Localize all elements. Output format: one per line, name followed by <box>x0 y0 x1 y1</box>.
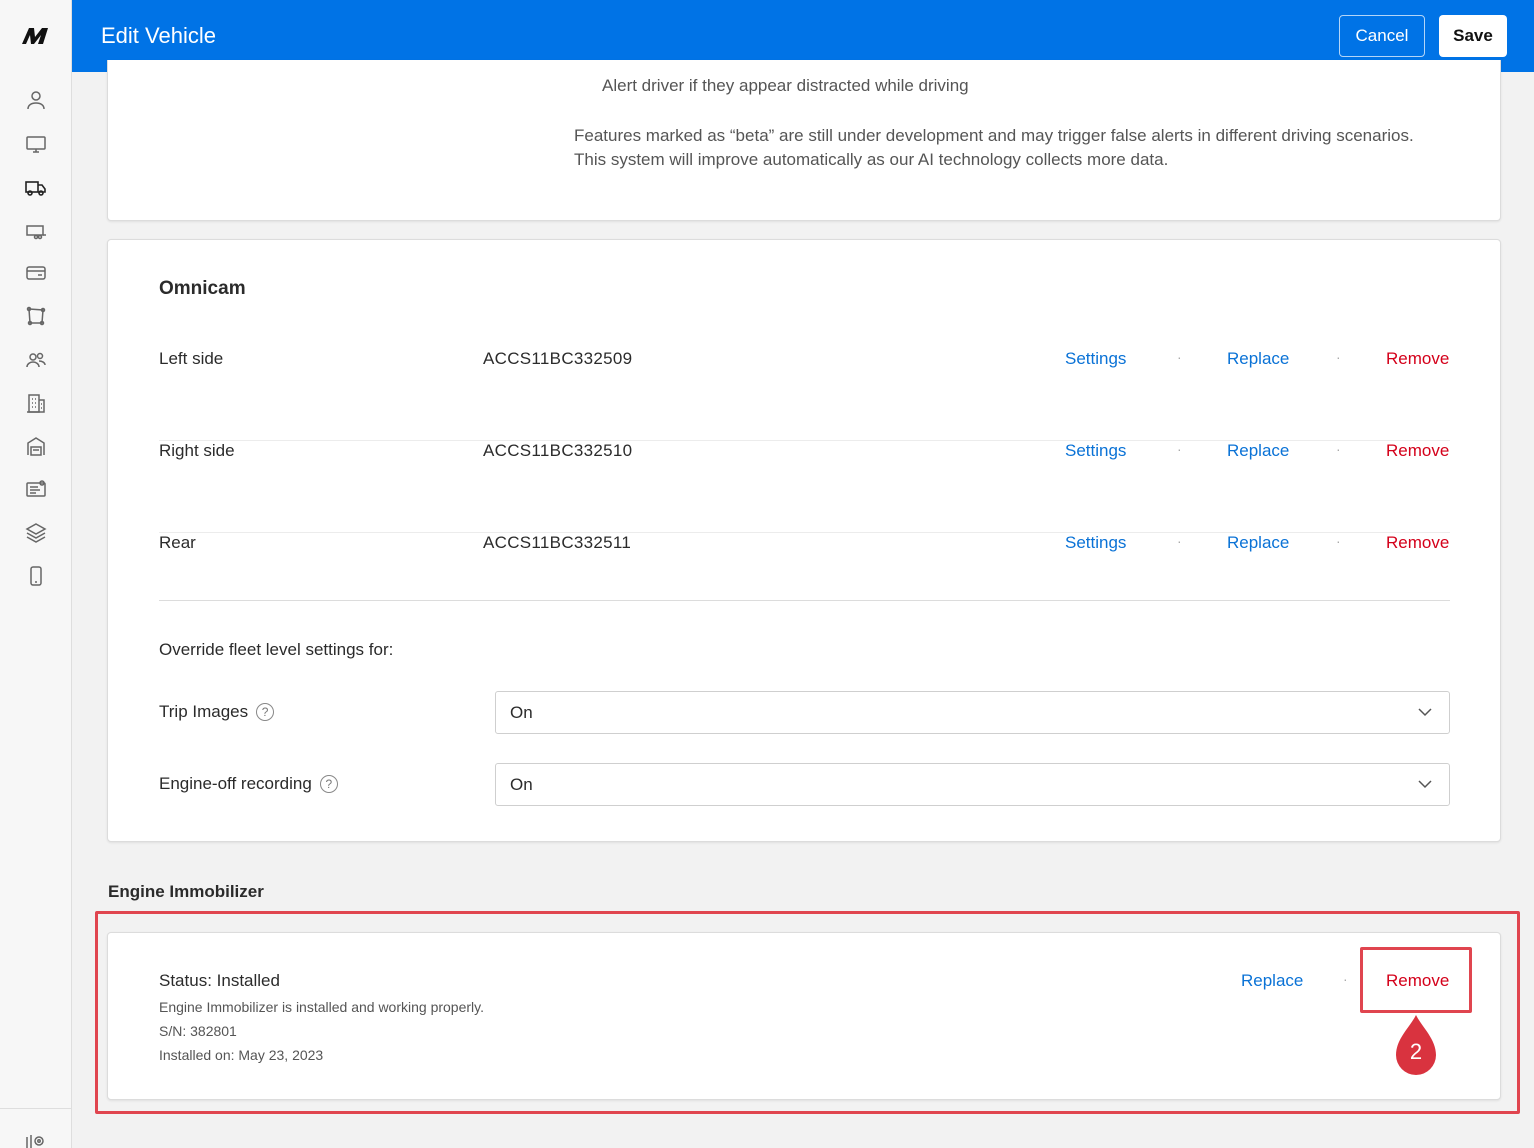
engine-off-recording-select[interactable]: On <box>495 763 1450 806</box>
camera-row-right: Right side ACCS11BC332510 Settings · Rep… <box>159 441 1450 533</box>
omnicam-card: Omnicam Left side ACCS11BC332509 Setting… <box>107 239 1501 842</box>
cancel-button[interactable]: Cancel <box>1339 15 1425 57</box>
garage-icon[interactable] <box>24 434 48 458</box>
page-title: Edit Vehicle <box>101 23 216 48</box>
geofence-icon[interactable] <box>24 304 48 328</box>
camera-label: Right side <box>159 441 235 460</box>
card-icon[interactable] <box>24 261 48 285</box>
trip-images-label: Trip Images ? <box>159 702 275 722</box>
trailer-icon[interactable] <box>24 219 48 243</box>
sidebar <box>0 0 72 1148</box>
camera-remove-link[interactable]: Remove <box>1386 349 1449 369</box>
separator-dot: · <box>1177 533 1182 549</box>
setting-label-text: Trip Images <box>159 702 249 721</box>
setting-label-text: Engine-off recording <box>159 774 312 793</box>
step-number: 2 <box>1409 1039 1423 1064</box>
camera-settings-link[interactable]: Settings <box>1065 533 1126 553</box>
users-icon[interactable] <box>24 348 48 372</box>
camera-serial: ACCS11BC332511 <box>483 533 632 552</box>
select-value: On <box>510 703 533 722</box>
beta-note-line: This system will improve automatically a… <box>574 150 1169 169</box>
phone-icon[interactable] <box>24 564 48 588</box>
trip-images-select[interactable]: On <box>495 691 1450 734</box>
section-divider <box>159 600 1450 601</box>
brand-logo[interactable] <box>20 24 52 48</box>
help-icon[interactable]: ? <box>256 703 275 721</box>
report-icon[interactable] <box>24 477 48 501</box>
camera-replace-link[interactable]: Replace <box>1227 349 1289 369</box>
separator-dot: · <box>1336 349 1341 365</box>
camera-serial: ACCS11BC332509 <box>483 349 633 368</box>
building-icon[interactable] <box>24 391 48 415</box>
camera-replace-link[interactable]: Replace <box>1227 533 1289 553</box>
chevron-down-icon <box>1418 780 1432 789</box>
camera-replace-link[interactable]: Replace <box>1227 441 1289 461</box>
override-label: Override fleet level settings for: <box>159 640 394 659</box>
layers-icon[interactable] <box>24 520 48 544</box>
separator-dot: · <box>1336 441 1341 457</box>
separator-dot: · <box>1336 533 1341 549</box>
omnicam-title: Omnicam <box>159 278 246 299</box>
camera-settings-link[interactable]: Settings <box>1065 349 1126 369</box>
beta-note: Features marked as “beta” are still unde… <box>574 124 1414 172</box>
save-button[interactable]: Save <box>1439 15 1507 57</box>
select-value: On <box>510 775 533 794</box>
camera-remove-link[interactable]: Remove <box>1386 533 1449 553</box>
camera-remove-link[interactable]: Remove <box>1386 441 1449 461</box>
separator-dot: · <box>1177 441 1182 457</box>
monitor-icon[interactable] <box>24 132 48 156</box>
chevron-down-icon <box>1418 708 1432 717</box>
camera-label: Left side <box>159 349 224 368</box>
help-icon[interactable]: ? <box>319 775 338 793</box>
camera-settings-link[interactable]: Settings <box>1065 441 1126 461</box>
user-icon[interactable] <box>24 88 48 112</box>
camera-serial: ACCS11BC332510 <box>483 441 633 460</box>
sidebar-footer <box>0 1108 72 1148</box>
engine-off-recording-label: Engine-off recording ? <box>159 774 338 794</box>
camera-row-left: Left side ACCS11BC332509 Settings · Repl… <box>159 349 1450 441</box>
highlight-box <box>95 911 1520 1114</box>
driver-alerts-card: Alert driver if they appear distracted w… <box>107 60 1501 221</box>
distraction-alert-text: Alert driver if they appear distracted w… <box>602 76 969 95</box>
beta-note-line: Features marked as “beta” are still unde… <box>574 126 1414 145</box>
separator-dot: · <box>1177 349 1182 365</box>
engine-immobilizer-heading: Engine Immobilizer <box>108 882 264 901</box>
camera-row-rear: Rear ACCS11BC332511 Settings · Replace ·… <box>159 533 1450 625</box>
map-pin-icon[interactable] <box>25 1133 47 1148</box>
truck-icon[interactable] <box>24 176 48 200</box>
remove-highlight-box <box>1360 947 1472 1013</box>
camera-label: Rear <box>159 533 196 552</box>
